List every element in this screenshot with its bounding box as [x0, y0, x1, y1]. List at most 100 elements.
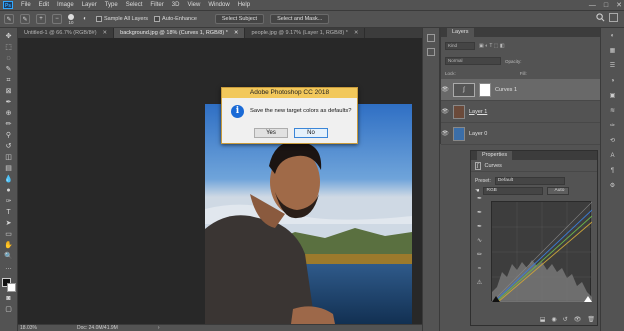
menu-window[interactable]: Window: [208, 2, 229, 8]
lasso-tool-icon[interactable]: ◌: [3, 54, 15, 63]
zoom-level[interactable]: 18.03%: [20, 325, 37, 331]
frame-tool-icon[interactable]: ⊠: [3, 87, 15, 96]
close-tab-icon[interactable]: ✕: [103, 30, 108, 36]
auto-button[interactable]: Auto: [547, 187, 570, 195]
path-selection-tool-icon[interactable]: ➤: [3, 219, 15, 228]
hand-tool-icon[interactable]: ✋: [3, 241, 15, 250]
smooth-curve-icon[interactable]: ≈: [475, 265, 484, 274]
curves-graph[interactable]: [491, 201, 593, 303]
panel-icon[interactable]: [427, 34, 435, 42]
paragraph-panel-icon[interactable]: ¶: [608, 167, 618, 175]
clone-stamp-tool-icon[interactable]: ⚲: [3, 131, 15, 140]
eraser-tool-icon[interactable]: ◫: [3, 153, 15, 162]
filter-icons[interactable]: ▣ ◐ T ⬚ ◧: [479, 43, 505, 49]
white-point-eyedropper-icon[interactable]: ✒: [475, 223, 484, 232]
history-brush-tool-icon[interactable]: ↺: [3, 142, 15, 151]
layer-name[interactable]: Layer 1: [469, 109, 487, 115]
character-panel-icon[interactable]: A: [608, 152, 618, 160]
subtract-from-selection-icon[interactable]: −: [52, 14, 62, 24]
tab-properties[interactable]: Properties: [477, 151, 513, 160]
status-menu-arrow-icon[interactable]: ›: [158, 325, 160, 331]
yes-button[interactable]: Yes: [254, 128, 288, 138]
color-swatches[interactable]: [1, 278, 16, 292]
layer-row-layer-0[interactable]: 👁 Layer 0: [441, 123, 600, 145]
menu-select[interactable]: Select: [126, 2, 143, 8]
auto-enhance-checkbox[interactable]: Auto-Enhance: [154, 16, 197, 22]
layer-name[interactable]: Layer 0: [469, 131, 487, 137]
layer-mask-thumbnail[interactable]: [479, 82, 491, 97]
swatches-panel-icon[interactable]: ▦: [608, 47, 618, 55]
pen-tool-icon[interactable]: ✑: [3, 197, 15, 206]
close-tab-icon[interactable]: ✕: [234, 30, 239, 36]
new-selection-icon[interactable]: ✎: [20, 14, 30, 24]
visibility-eye-icon[interactable]: 👁: [574, 316, 582, 323]
minimize-icon[interactable]: —: [589, 2, 596, 9]
more-tools-icon[interactable]: …: [3, 263, 15, 272]
view-previous-state-icon[interactable]: ◉: [551, 316, 556, 323]
close-tab-icon[interactable]: ✕: [354, 30, 359, 36]
menu-view[interactable]: View: [187, 2, 200, 8]
add-to-selection-icon[interactable]: +: [36, 14, 46, 24]
menu-layer[interactable]: Layer: [82, 2, 97, 8]
tab-background-jpg[interactable]: background.jpg @ 18% (Curves 1, RGB/8) *…: [114, 28, 246, 38]
workspace-switcher-icon[interactable]: [609, 13, 618, 22]
delete-icon[interactable]: 🗑: [587, 316, 595, 323]
pencil-curve-tool-icon[interactable]: ✏: [475, 251, 484, 260]
brush-size-picker[interactable]: 10: [68, 13, 74, 25]
menu-type[interactable]: Type: [105, 2, 118, 8]
adjustments-panel-icon[interactable]: ◑: [608, 77, 618, 85]
rectangle-tool-icon[interactable]: ▭: [3, 230, 15, 239]
select-subject-button[interactable]: Select Subject: [214, 14, 265, 24]
menu-help[interactable]: Help: [238, 2, 250, 8]
blend-mode-select[interactable]: Normal: [445, 57, 501, 65]
eyedropper-tool-icon[interactable]: ✒: [3, 98, 15, 107]
styles-panel-icon[interactable]: ▣: [608, 92, 618, 100]
channels-panel-icon[interactable]: ≋: [608, 107, 618, 115]
search-icon[interactable]: [596, 13, 605, 24]
layer-row-layer-1[interactable]: 👁 Layer 1: [441, 101, 600, 123]
menu-edit[interactable]: Edit: [39, 2, 49, 8]
tab-layers[interactable]: Layers: [447, 28, 474, 37]
tab-people-jpg[interactable]: people.jpg @ 9.17% (Layer 1, RGB/8) * ✕: [245, 28, 366, 38]
layer-kind-filter[interactable]: Kind: [445, 42, 475, 50]
blur-tool-icon[interactable]: 💧: [3, 175, 15, 184]
zoom-tool-icon[interactable]: 🔍: [3, 252, 15, 261]
curve-point-tool-icon[interactable]: ∿: [475, 237, 484, 246]
menu-3d[interactable]: 3D: [172, 2, 180, 8]
color-panel-icon[interactable]: ◐: [608, 32, 618, 40]
quick-mask-icon[interactable]: ◙: [3, 294, 15, 303]
paths-panel-icon[interactable]: ✑: [608, 122, 618, 130]
layer-row-curves-1[interactable]: 👁 ∫ Curves 1: [441, 79, 600, 101]
select-and-mask-button[interactable]: Select and Mask...: [270, 14, 330, 24]
panel-icon[interactable]: [427, 48, 435, 56]
move-tool-icon[interactable]: ✥: [3, 32, 15, 41]
screen-mode-icon[interactable]: ▢: [3, 305, 15, 314]
clipping-warning-icon[interactable]: ⚠: [475, 279, 484, 288]
layer-name[interactable]: Curves 1: [495, 87, 517, 93]
clip-to-layer-icon[interactable]: ⬓: [540, 316, 546, 323]
menu-filter[interactable]: Filter: [150, 2, 163, 8]
libraries-panel-icon[interactable]: ☰: [608, 62, 618, 70]
brush-tool-icon[interactable]: ✏: [3, 120, 15, 129]
quick-selection-tool-icon[interactable]: ✎: [3, 65, 15, 74]
maximize-icon[interactable]: □: [604, 2, 608, 9]
quick-selection-tool-icon[interactable]: ✎: [4, 14, 14, 24]
crop-tool-icon[interactable]: ⌗: [3, 76, 15, 85]
history-panel-icon[interactable]: ⟲: [608, 137, 618, 145]
black-point-eyedropper-icon[interactable]: ✒: [475, 195, 484, 204]
gradient-tool-icon[interactable]: ▤: [3, 164, 15, 173]
tab-untitled-1[interactable]: Untitled-1 @ 66.7% (RGB/8#) ✕: [18, 28, 115, 38]
background-color-swatch[interactable]: [6, 283, 16, 292]
preset-select[interactable]: Default: [494, 177, 565, 185]
sample-all-layers-checkbox[interactable]: Sample All Layers: [96, 16, 148, 22]
on-image-adjust-icon[interactable]: ☚: [475, 188, 479, 194]
menu-file[interactable]: File: [21, 2, 31, 8]
brush-angle-icon[interactable]: ◐: [80, 14, 90, 24]
menu-image[interactable]: Image: [57, 2, 74, 8]
marquee-tool-icon[interactable]: ⬚: [3, 43, 15, 52]
visibility-eye-icon[interactable]: 👁: [441, 86, 449, 93]
properties-panel-icon[interactable]: ⚙: [608, 182, 618, 190]
document-size[interactable]: Doc: 24.0M/41.9M: [77, 325, 118, 331]
channel-select[interactable]: RGB: [483, 187, 544, 195]
no-button[interactable]: No: [294, 128, 328, 138]
